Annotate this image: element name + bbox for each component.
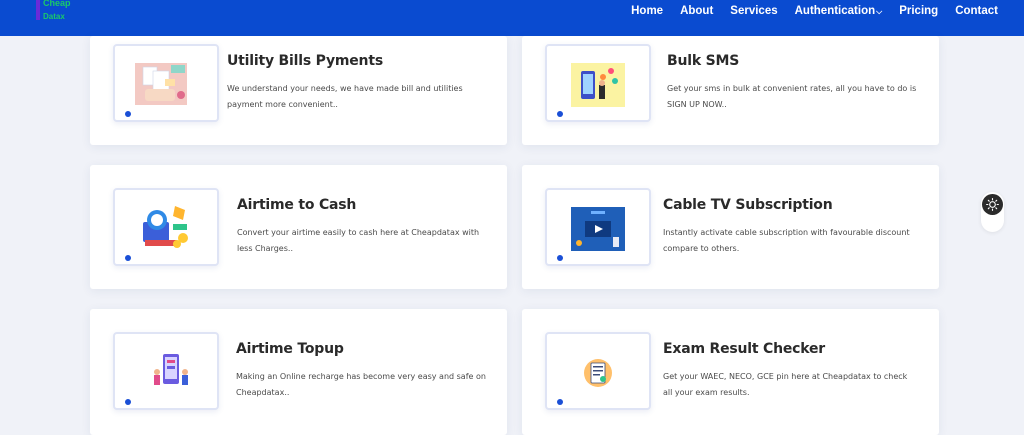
nav-authentication-label: Authentication xyxy=(794,5,876,17)
card-image-frame xyxy=(113,332,219,410)
service-card-bulk-sms[interactable]: Bulk SMS Get your sms in bulk at conveni… xyxy=(522,36,939,145)
top-navbar: Cheap Datax Home About Services Authenti… xyxy=(0,0,1024,36)
service-card-airtime-topup[interactable]: Airtime Topup Making an Online recharge … xyxy=(90,309,507,435)
service-card-airtime-to-cash[interactable]: Airtime to Cash Convert your airtime eas… xyxy=(90,165,507,289)
sun-icon xyxy=(986,198,999,211)
card-image-frame xyxy=(545,188,651,266)
cable-tv-illustration-icon xyxy=(571,207,625,251)
card-indicator-dot xyxy=(125,399,131,405)
service-card-exam-result-checker[interactable]: Exam Result Checker Get your WAEC, NECO,… xyxy=(522,309,939,435)
card-indicator-dot xyxy=(125,255,131,261)
card-image-frame xyxy=(113,188,219,266)
nav-home[interactable]: Home xyxy=(631,5,663,17)
card-description: We understand your needs, we have made b… xyxy=(227,84,463,109)
card-indicator-dot xyxy=(557,399,563,405)
theme-toggle-knob xyxy=(982,194,1003,215)
theme-toggle-button[interactable] xyxy=(981,192,1004,232)
card-indicator-dot xyxy=(125,111,131,117)
card-title: Cable TV Subscription xyxy=(663,197,833,213)
card-indicator-dot xyxy=(557,255,563,261)
card-title: Utility Bills Pyments xyxy=(227,53,383,69)
card-description: Convert your airtime easily to cash here… xyxy=(237,228,480,253)
card-description: Get your WAEC, NECO, GCE pin here at Che… xyxy=(663,372,908,397)
nav-authentication[interactable]: Authentication⌵ xyxy=(795,5,883,17)
card-title: Airtime to Cash xyxy=(237,197,357,213)
card-image-frame xyxy=(545,44,651,122)
bulk-sms-illustration-icon xyxy=(571,63,625,107)
airtime-cash-illustration-icon xyxy=(143,206,188,248)
card-description: Get your sms in bulk at convenient rates… xyxy=(667,84,917,109)
bill-payment-illustration-icon xyxy=(135,63,187,105)
nav-services[interactable]: Services xyxy=(730,5,777,17)
service-card-cable-tv[interactable]: Cable TV Subscription Instantly activate… xyxy=(522,165,939,289)
nav-about[interactable]: About xyxy=(680,5,713,17)
nav-contact[interactable]: Contact xyxy=(955,5,998,17)
service-card-utility-bills[interactable]: Utility Bills Pyments We understand your… xyxy=(90,36,507,145)
card-indicator-dot xyxy=(557,111,563,117)
card-title: Bulk SMS xyxy=(667,53,740,69)
nav-pricing[interactable]: Pricing xyxy=(899,5,938,17)
nav-menu: Home About Services Authentication⌵ Pric… xyxy=(631,5,998,17)
logo-text-line1[interactable]: Cheap xyxy=(43,0,71,8)
card-image-frame xyxy=(545,332,651,410)
card-image-frame xyxy=(113,44,219,122)
card-title: Exam Result Checker xyxy=(663,341,826,357)
card-description: Making an Online recharge has become ver… xyxy=(236,372,486,397)
card-title: Airtime Topup xyxy=(236,341,344,357)
airtime-topup-illustration-icon xyxy=(154,354,188,385)
logo-mark xyxy=(35,0,41,20)
logo-text-line2[interactable]: Datax xyxy=(43,12,65,21)
chevron-down-icon: ⌵ xyxy=(876,7,883,16)
card-description: Instantly activate cable subscription wi… xyxy=(663,228,910,253)
exam-checker-illustration-icon xyxy=(584,359,612,387)
